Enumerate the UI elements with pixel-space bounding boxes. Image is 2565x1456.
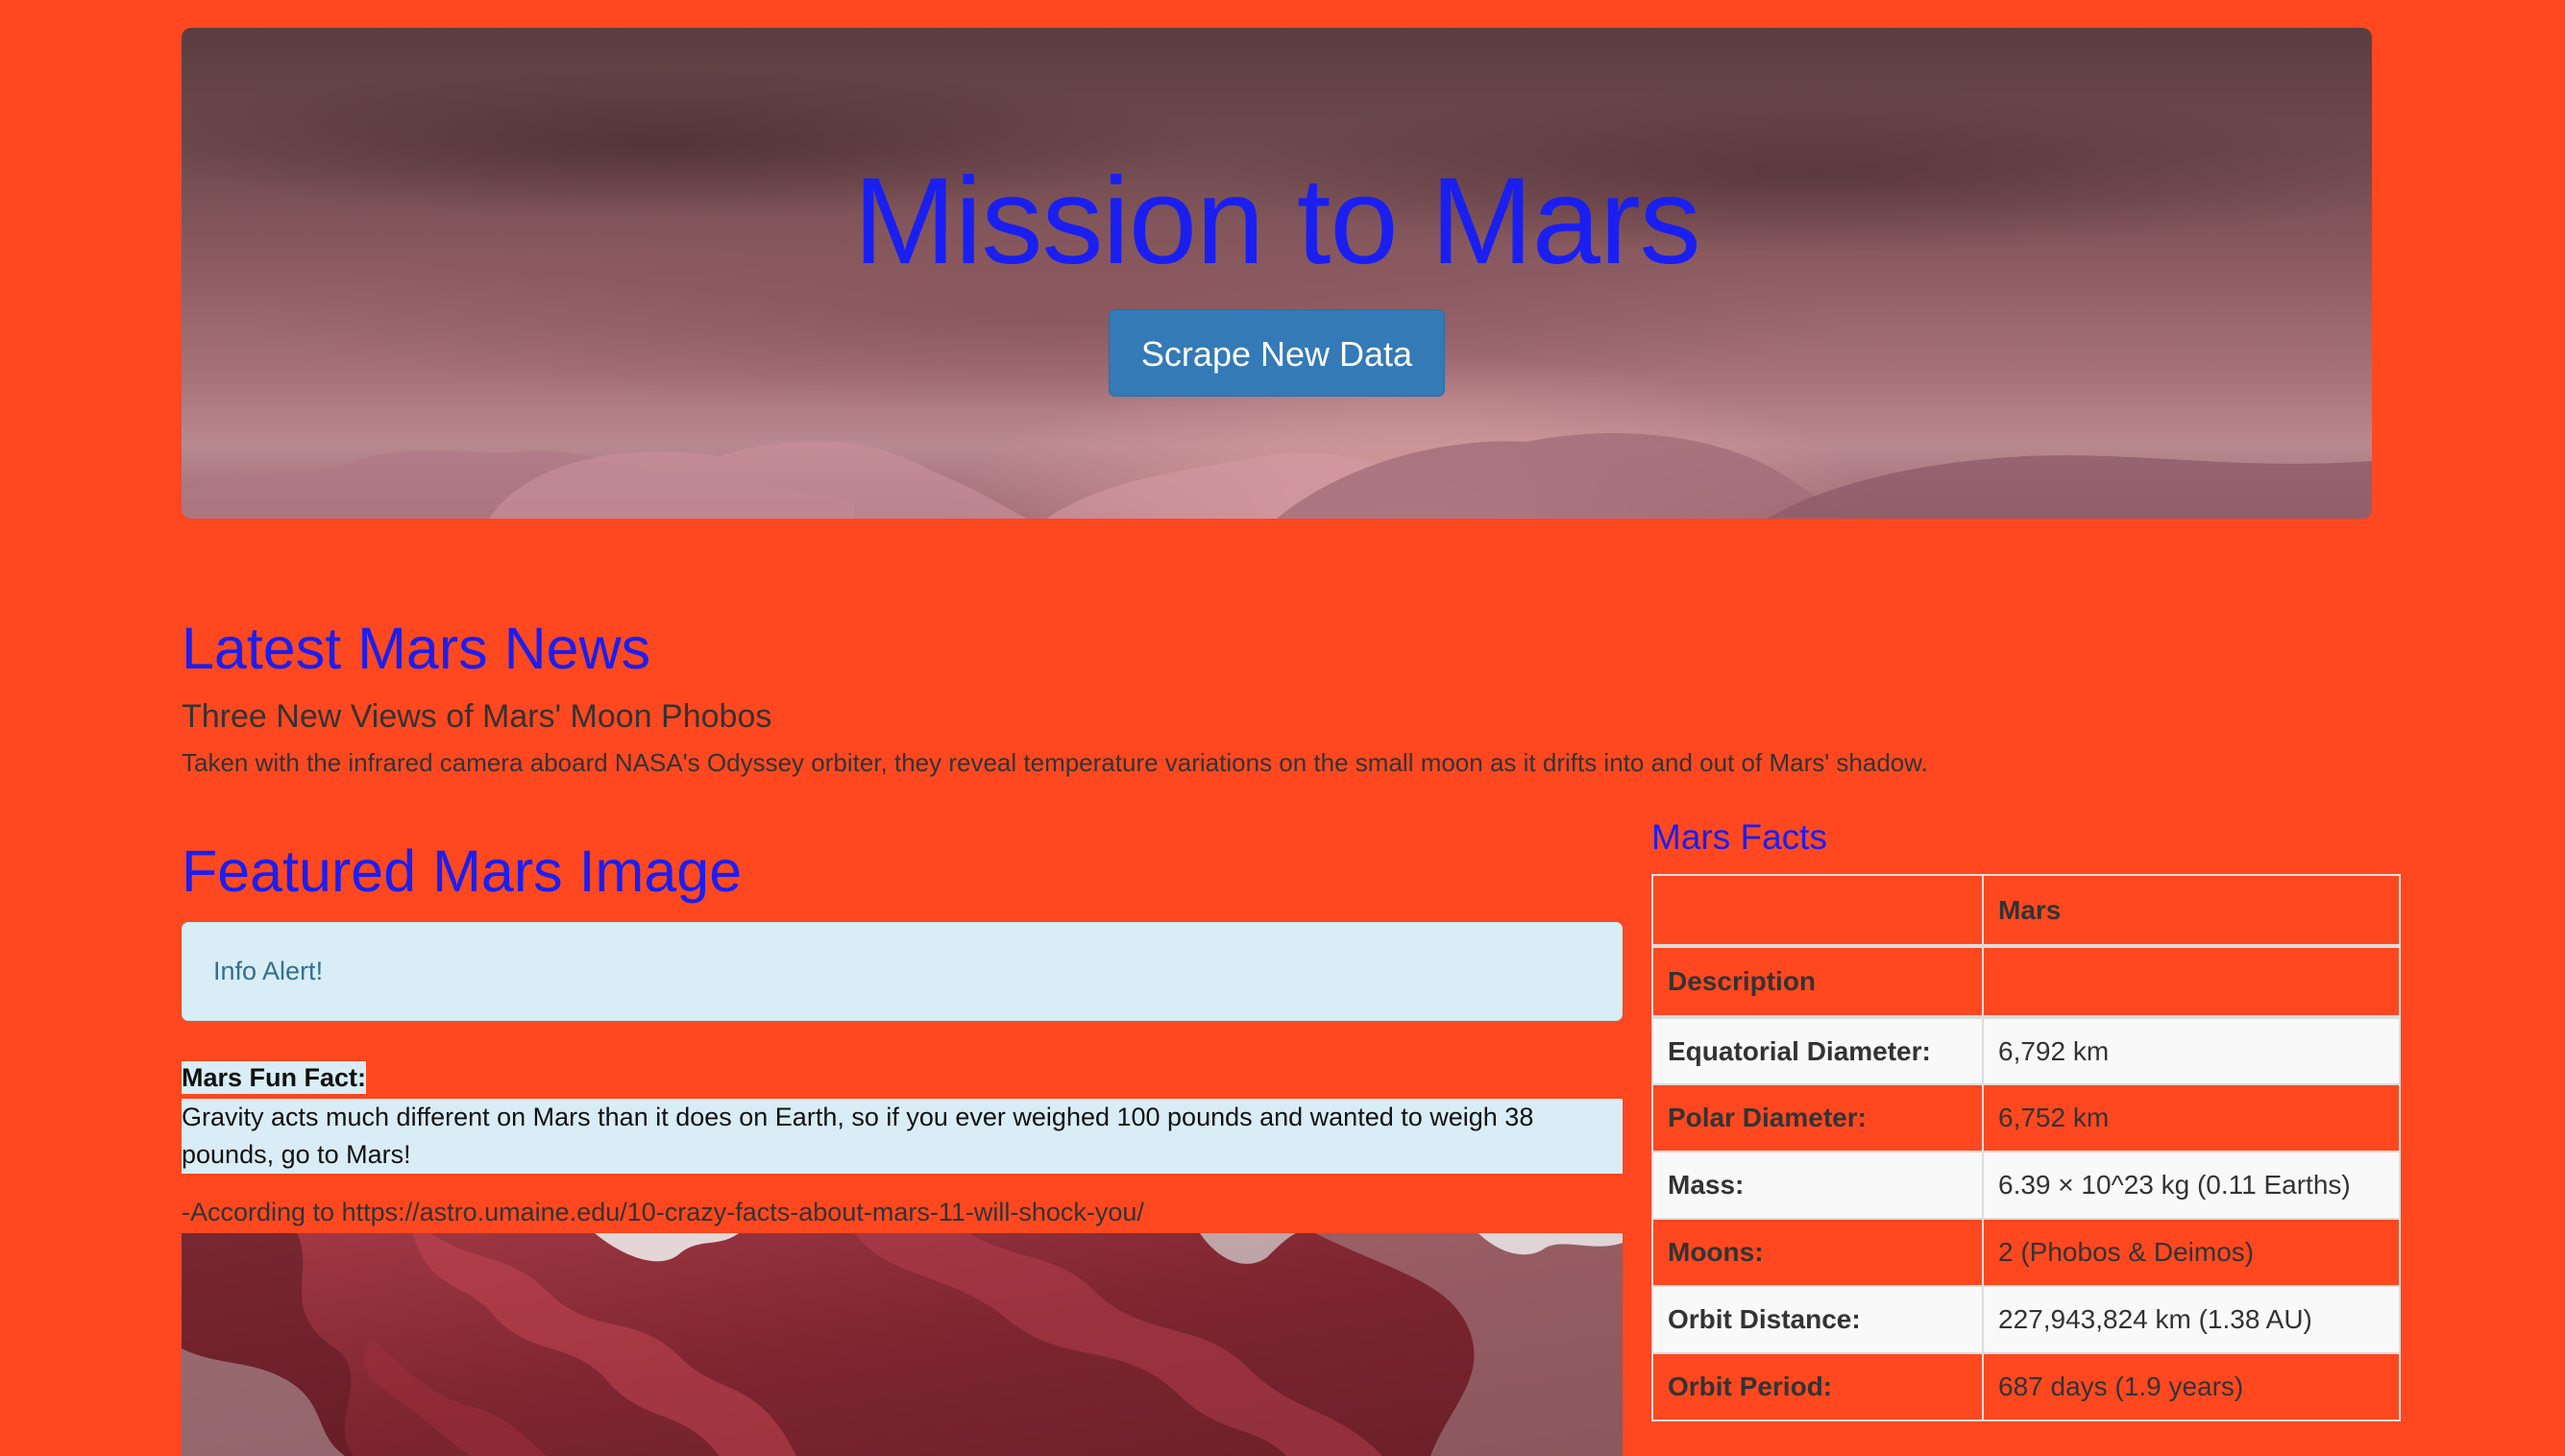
hero-cloud-graphic	[182, 433, 2372, 519]
mars-facts-heading: Mars Facts	[1651, 817, 1827, 857]
mars-facts-table: Mars Description Equatorial Diameter: 6,…	[1651, 874, 2401, 1421]
fact-label: Moons:	[1651, 1218, 1984, 1287]
fun-fact-label: Mars Fun Fact:	[182, 1061, 367, 1094]
fact-value: 6,792 km	[1982, 1016, 2401, 1085]
table-row: Orbit Distance: 227,943,824 km (1.38 AU)	[1651, 1285, 2401, 1354]
table-index-empty	[1982, 945, 2401, 1019]
fact-label: Orbit Distance:	[1651, 1285, 1984, 1354]
table-header-row: Mars	[1651, 874, 2401, 948]
table-row: Polar Diameter: 6,752 km	[1651, 1083, 2401, 1153]
table-row: Mass: 6.39 × 10^23 kg (0.11 Earths)	[1651, 1151, 2401, 1220]
fact-value: 6.39 × 10^23 kg (0.11 Earths)	[1982, 1151, 2401, 1220]
table-row: Orbit Period: 687 days (1.9 years)	[1651, 1352, 2401, 1421]
news-teaser: Taken with the infrared camera aboard NA…	[182, 748, 1928, 777]
table-header-cell	[1651, 874, 1984, 948]
fact-label: Polar Diameter:	[1651, 1083, 1984, 1153]
fact-label: Equatorial Diameter:	[1651, 1016, 1984, 1085]
page: Mission to Mars Scrape New Data Latest M…	[0, 0, 2565, 1456]
featured-image-graphic	[182, 1233, 1623, 1456]
fact-value: 227,943,824 km (1.38 AU)	[1982, 1285, 2401, 1354]
scrape-new-data-button[interactable]: Scrape New Data	[1109, 309, 1445, 397]
table-row: Moons: 2 (Phobos & Deimos)	[1651, 1218, 2401, 1287]
page-title: Mission to Mars	[853, 153, 1700, 290]
fact-value: 2 (Phobos & Deimos)	[1982, 1218, 2401, 1287]
fact-value: 6,752 km	[1982, 1083, 2401, 1153]
latest-news-heading: Latest Mars News	[182, 616, 651, 681]
fun-fact-text: Gravity acts much different on Mars than…	[182, 1099, 1623, 1174]
fact-value: 687 days (1.9 years)	[1982, 1352, 2401, 1421]
featured-image-heading: Featured Mars Image	[182, 838, 743, 904]
news-title: Three New Views of Mars' Moon Phobos	[182, 698, 772, 735]
featured-mars-image	[182, 1233, 1623, 1456]
hero-banner: Mission to Mars Scrape New Data	[182, 28, 2372, 519]
fact-label: Orbit Period:	[1651, 1352, 1984, 1421]
table-index-row: Description	[1651, 945, 2401, 1019]
table-header-cell: Mars	[1982, 874, 2401, 948]
table-index-label: Description	[1651, 945, 1984, 1019]
info-alert: Info Alert!	[182, 922, 1623, 1021]
table-row: Equatorial Diameter: 6,792 km	[1651, 1016, 2401, 1085]
fact-label: Mass:	[1651, 1151, 1984, 1220]
fun-fact-source: -According to https://astro.umaine.edu/1…	[182, 1198, 1144, 1226]
